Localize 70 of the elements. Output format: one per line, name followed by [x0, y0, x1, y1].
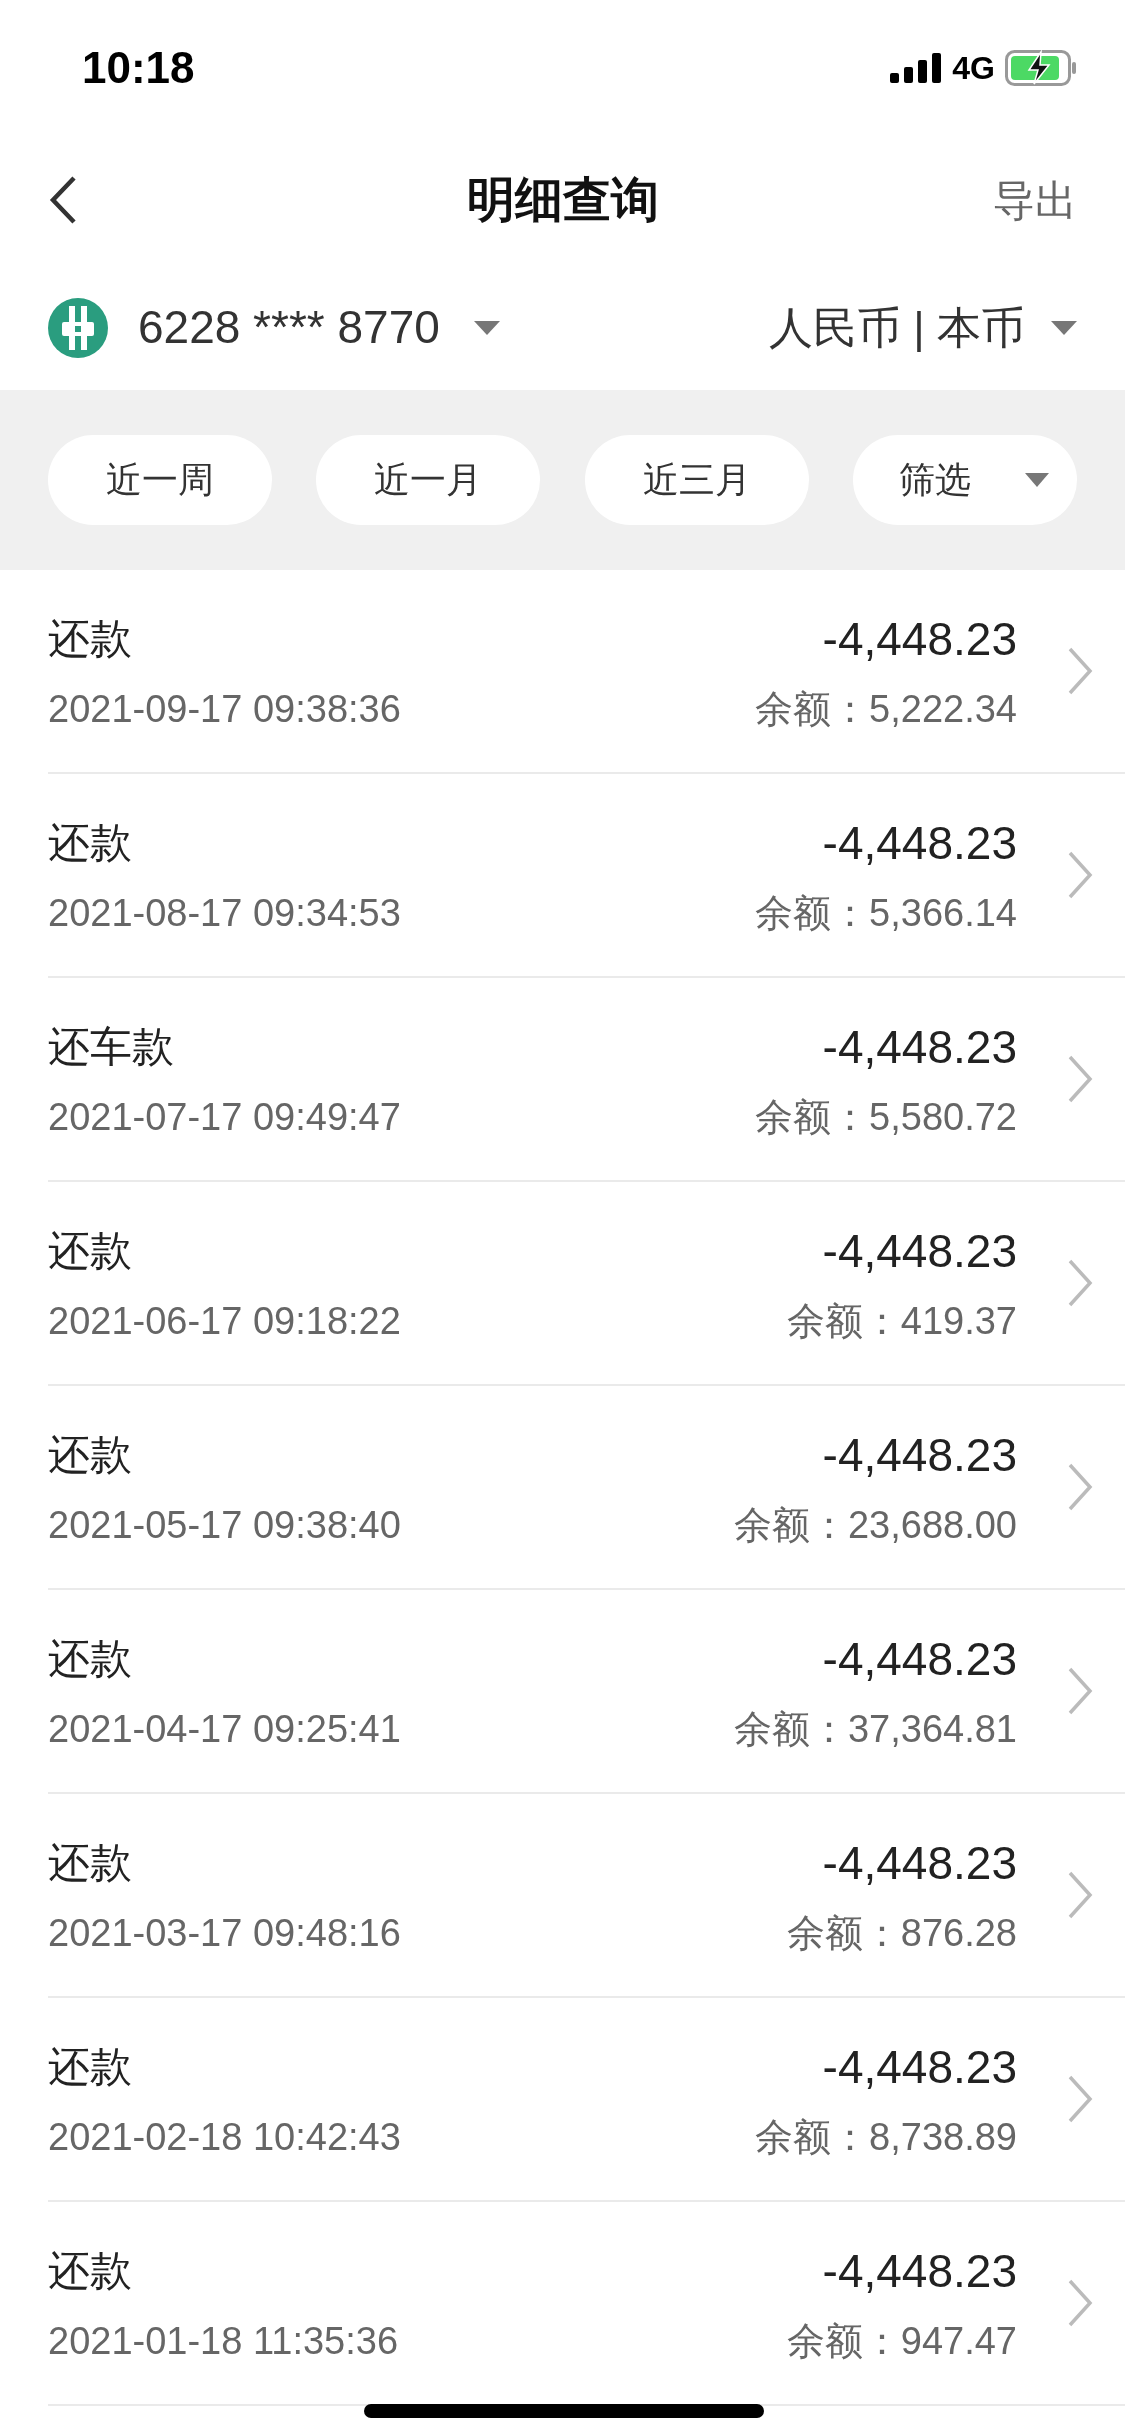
balance: 余额：419.37	[786, 1299, 1017, 1344]
amount: -4,448.23	[822, 614, 1017, 664]
amount: -4,448.23	[822, 1430, 1017, 1480]
transaction-time: 2021-06-17 09:18:22	[48, 1299, 401, 1344]
amount: -4,448.23	[822, 2246, 1017, 2296]
transaction-row[interactable]: 还款 -4,448.23 2021-06-17 09:18:22 余额：419.37	[48, 1182, 1125, 1386]
transaction-time: 2021-07-17 09:49:47	[48, 1095, 401, 1140]
filter-chip[interactable]: 近三月	[584, 435, 809, 525]
balance: 余额：947.47	[786, 2319, 1017, 2364]
back-button[interactable]	[48, 174, 78, 226]
transaction-time: 2021-03-17 09:48:16	[48, 1911, 401, 1956]
transaction-row[interactable]: 还车款 -4,448.23 2021-07-17 09:49:47 余额：5,580.72	[48, 978, 1125, 1182]
transaction-title: 还款	[48, 614, 132, 664]
chevron-icon	[1067, 1054, 1093, 1104]
transaction-title: 还款	[48, 1838, 132, 1888]
balance: 余额：876.28	[786, 1911, 1017, 1956]
chevron-icon	[1067, 1462, 1093, 1512]
bank-logo-icon	[48, 297, 108, 358]
balance: 余额：5,366.14	[755, 891, 1017, 936]
caret-icon	[1025, 473, 1049, 487]
balance: 余额：8,738.89	[755, 2115, 1017, 2160]
chevron-icon	[1067, 1666, 1093, 1716]
amount: -4,448.23	[822, 1022, 1017, 1072]
transaction-time: 2021-08-17 09:34:53	[48, 891, 401, 936]
page-title: 明细查询	[466, 172, 659, 228]
amount: -4,448.23	[822, 818, 1017, 868]
transaction-title: 还款	[48, 1226, 132, 1276]
transaction-time: 2021-05-17 09:38:40	[48, 1503, 401, 1548]
chevron-icon	[1067, 2278, 1093, 2328]
amount: -4,448.23	[822, 1634, 1017, 1684]
amount: -4,448.23	[822, 1226, 1017, 1276]
transaction-row[interactable]: 还款 -4,448.23 2021-08-17 09:34:53 余额：5,366.14	[48, 774, 1125, 978]
balance: 余额：5,222.34	[755, 687, 1017, 732]
chevron-icon	[1067, 850, 1093, 900]
amount: -4,448.23	[822, 2042, 1017, 2092]
filter-chip[interactable]: 近一周	[48, 435, 272, 525]
transaction-time: 2021-02-18 10:42:43	[48, 2115, 401, 2160]
caret-icon	[473, 320, 500, 335]
chevron-icon	[1067, 1870, 1093, 1920]
chevron-icon	[1067, 1258, 1093, 1308]
status-time: 10:18	[82, 41, 195, 94]
transaction-title: 还款	[48, 2246, 132, 2296]
chevron-icon	[1067, 646, 1093, 696]
filter-dropdown[interactable]: 筛选	[853, 435, 1077, 525]
transaction-row[interactable]: 还款 -4,448.23 2021-04-17 09:25:41 余额：37,364.81	[48, 1590, 1125, 1794]
transaction-row[interactable]: 还款 -4,448.23 2021-05-17 09:38:40 余额：23,688.00	[48, 1386, 1125, 1590]
transaction-title: 还款	[48, 818, 132, 868]
export-button[interactable]: 导出	[993, 168, 1077, 232]
network-label: 4G	[952, 48, 995, 88]
chevron-icon	[1067, 2074, 1093, 2124]
account-selector[interactable]: 6228 **** 8770	[138, 293, 500, 362]
balance: 余额：5,580.72	[755, 1095, 1017, 1140]
balance: 余额：37,364.81	[733, 1707, 1017, 1752]
transaction-title: 还款	[48, 1430, 132, 1480]
transaction-title: 还车款	[48, 1022, 174, 1072]
balance: 余额：23,688.00	[733, 1503, 1017, 1548]
transaction-time: 2021-01-18 11:35:36	[48, 2319, 399, 2364]
transaction-row[interactable]: 还款 -4,448.23 2021-03-17 09:48:16 余额：876.28	[48, 1794, 1125, 1998]
transaction-title: 还款	[48, 2042, 132, 2092]
transaction-row[interactable]: 还款 -4,448.23 2021-02-18 10:42:43 余额：8,738.89	[48, 1998, 1125, 2202]
transaction-title: 还款	[48, 1634, 132, 1684]
filter-chip[interactable]: 近一月	[316, 435, 541, 525]
battery-icon	[1005, 49, 1077, 86]
transaction-row[interactable]: 还款 -4,448.23 2021-09-17 09:38:36 余额：5,222.34	[48, 570, 1125, 774]
amount: -4,448.23	[822, 1838, 1017, 1888]
transaction-time: 2021-04-17 09:25:41	[48, 1707, 401, 1752]
signal-icon	[890, 52, 943, 83]
caret-icon	[1051, 320, 1077, 335]
currency-selector[interactable]: 人民币 | 本币	[769, 294, 1077, 361]
transaction-time: 2021-09-17 09:38:36	[48, 687, 401, 732]
